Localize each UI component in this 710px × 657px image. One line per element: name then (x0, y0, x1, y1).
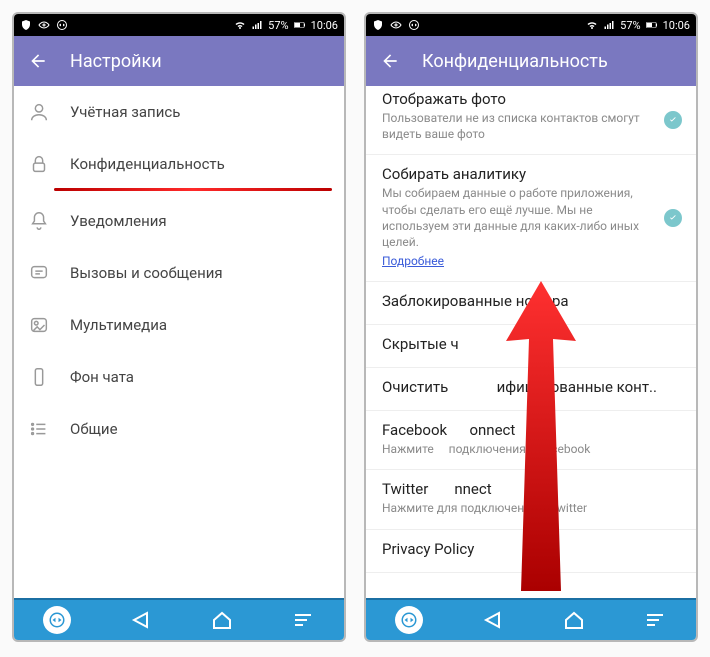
priv-row-clear[interactable]: Очистить ифицированные конт.. (366, 368, 696, 411)
phone-right: 57% 10:06 Конфиденциальность Отображать … (364, 12, 698, 642)
battery-icon (646, 19, 658, 31)
priv-title: Facebook onnect (382, 421, 680, 439)
priv-subtitle: Пользователи не из списка контактов смог… (382, 110, 680, 142)
settings-row-background[interactable]: Фон чата (14, 351, 344, 403)
signal-icon (603, 19, 615, 31)
battery-percent: 57% (620, 19, 640, 32)
shield-icon (20, 19, 32, 31)
priv-subtitle: Мы собираем данные о работе приложения, … (382, 185, 680, 250)
navbar (14, 598, 344, 640)
settings-list: Учётная запись Конфиденциальность Уведом… (14, 86, 344, 598)
settings-row-account[interactable]: Учётная запись (14, 86, 344, 138)
settings-row-calls[interactable]: Вызовы и сообщения (14, 247, 344, 299)
priv-title: Собирать аналитику (382, 165, 680, 183)
media-icon (28, 314, 50, 336)
shield-icon (372, 19, 384, 31)
user-icon (28, 101, 50, 123)
statusbar: 57% 10:06 (14, 14, 344, 36)
page-title: Настройки (70, 51, 162, 72)
red-underline (54, 188, 332, 191)
phone-bg-icon (28, 366, 50, 388)
teamviewer-icon (48, 611, 66, 629)
settings-label: Вызовы и сообщения (70, 264, 223, 282)
nav-home-icon[interactable] (210, 608, 234, 632)
priv-row-policy[interactable]: Privacy Policy (366, 530, 696, 573)
settings-row-privacy[interactable]: Конфиденциальность (14, 138, 344, 190)
bell-icon (28, 210, 50, 232)
priv-title: Заблокированные номера (382, 292, 680, 310)
app-header: Настройки (14, 36, 344, 86)
wifi-icon (234, 19, 246, 31)
priv-title: Скрытые ч (382, 335, 680, 353)
nav-recent-icon[interactable] (291, 608, 315, 632)
settings-row-general[interactable]: Общие (14, 403, 344, 455)
settings-row-notifications[interactable]: Уведомления (14, 195, 344, 247)
back-icon[interactable] (28, 51, 48, 71)
nav-home-icon[interactable] (562, 608, 586, 632)
battery-icon (294, 19, 306, 31)
lock-icon (28, 153, 50, 175)
priv-title: Очистить ифицированные конт.. (382, 378, 680, 396)
priv-row-hidden[interactable]: Скрытые ч (366, 325, 696, 368)
priv-row-facebook[interactable]: Facebook onnect Нажмите подключения к Fa… (366, 411, 696, 470)
priv-row-blocked[interactable]: Заблокированные номера (366, 282, 696, 325)
settings-label: Фон чата (70, 368, 134, 386)
priv-title: Privacy Policy (382, 540, 680, 558)
clock: 10:06 (663, 19, 690, 32)
battery-percent: 57% (268, 19, 288, 32)
toggle-on-icon[interactable] (664, 111, 682, 129)
navbar (366, 598, 696, 640)
nav-back-icon[interactable] (480, 608, 504, 632)
signal-icon (251, 19, 263, 31)
nav-recent-icon[interactable] (643, 608, 667, 632)
app-header: Конфиденциальность (366, 36, 696, 86)
priv-title: Twitter nnect (382, 480, 680, 498)
chat-icon (28, 262, 50, 284)
clock: 10:06 (311, 19, 338, 32)
settings-label: Общие (70, 420, 118, 438)
nav-teamviewer[interactable] (395, 606, 423, 634)
statusbar: 57% 10:06 (366, 14, 696, 36)
toggle-on-icon[interactable] (664, 209, 682, 227)
settings-label: Конфиденциальность (70, 155, 225, 173)
wifi-icon (586, 19, 598, 31)
nav-teamviewer[interactable] (43, 606, 71, 634)
privacy-list: Отображать фото Пользователи не из списк… (366, 86, 696, 598)
teamviewer-small-icon (56, 19, 68, 31)
settings-label: Уведомления (70, 212, 167, 230)
eye-icon (390, 19, 402, 31)
teamviewer-icon (400, 611, 418, 629)
priv-row-analytics[interactable]: Собирать аналитику Мы собираем данные о … (366, 155, 696, 282)
phone-left: 57% 10:06 Настройки Учётная запись Конфи… (12, 12, 346, 642)
eye-icon (38, 19, 50, 31)
priv-more-link[interactable]: Подробнее (382, 254, 444, 268)
priv-title: Отображать фото (382, 90, 680, 108)
priv-row-twitter[interactable]: Twitter nnect Нажмите для подключения к … (366, 470, 696, 529)
settings-label: Мультимедиа (70, 316, 167, 334)
nav-back-icon[interactable] (128, 608, 152, 632)
priv-subtitle: Нажмите подключения к Facebook (382, 441, 680, 457)
priv-subtitle: Нажмите для подключения к Twitter (382, 500, 680, 516)
teamviewer-small-icon (408, 19, 420, 31)
settings-row-media[interactable]: Мультимедиа (14, 299, 344, 351)
priv-row-show-photo[interactable]: Отображать фото Пользователи не из списк… (366, 86, 696, 155)
list-icon (28, 418, 50, 440)
page-title: Конфиденциальность (422, 51, 608, 72)
back-icon[interactable] (380, 51, 400, 71)
settings-label: Учётная запись (70, 103, 180, 121)
